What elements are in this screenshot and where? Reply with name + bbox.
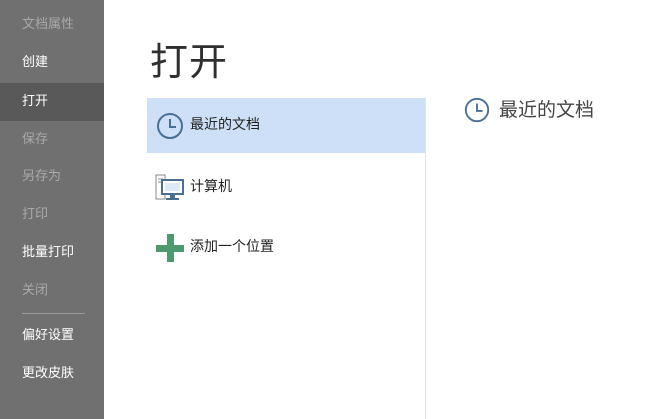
option-computer[interactable]: 计算机 [147, 160, 425, 215]
panel-title: 最近的文档 [499, 99, 595, 121]
clock-icon [157, 113, 183, 139]
open-options-list: 最近的文档 计算机 添加一个位置 [147, 98, 426, 419]
option-label: 添加一个位置 [190, 239, 274, 255]
sidebar-item-create[interactable]: 创建 [0, 44, 104, 82]
option-label: 计算机 [190, 179, 232, 195]
option-recent-documents[interactable]: 最近的文档 [147, 98, 425, 153]
plus-icon [156, 234, 184, 262]
sidebar-item-change-skin[interactable]: 更改皮肤 [0, 355, 104, 393]
sidebar-item-document-properties[interactable]: 文档属性 [0, 6, 104, 44]
page-title: 打开 [150, 40, 229, 84]
sidebar-item-print[interactable]: 打印 [0, 196, 104, 234]
option-label: 最近的文档 [190, 117, 260, 133]
sidebar-item-save-as[interactable]: 另存为 [0, 158, 104, 196]
sidebar-item-preferences[interactable]: 偏好设置 [0, 317, 104, 355]
sidebar-item-open[interactable]: 打开 [0, 83, 104, 121]
option-add-location[interactable]: 添加一个位置 [147, 220, 425, 275]
sidebar-item-close[interactable]: 关闭 [0, 272, 104, 310]
sidebar-divider [22, 313, 85, 314]
sidebar: 文档属性 创建 打开 保存 另存为 打印 批量打印 关闭 偏好设置 更改皮肤 [0, 0, 104, 419]
computer-icon [155, 174, 184, 200]
sidebar-item-batch-print[interactable]: 批量打印 [0, 234, 104, 272]
clock-icon [464, 97, 490, 123]
sidebar-item-save[interactable]: 保存 [0, 121, 104, 159]
